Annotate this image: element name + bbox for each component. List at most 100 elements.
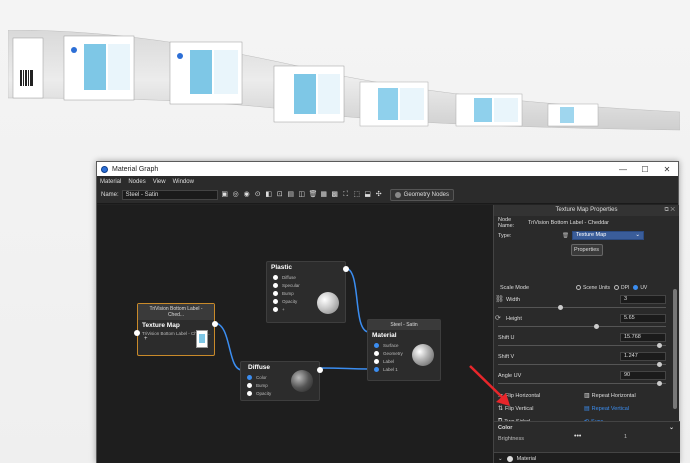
delete-icon[interactable]: 🗑	[309, 191, 318, 199]
maximize-button[interactable]: ☐	[634, 165, 656, 174]
angle-uv-input[interactable]: 90	[620, 371, 666, 380]
material-bar[interactable]: ⌄ Material	[494, 452, 680, 463]
properties-panel: Texture Map Properties ⧉ ✕ Node Name: Tr…	[493, 205, 680, 463]
more-icon[interactable]: •••	[574, 433, 581, 440]
material-name-input[interactable]: Steel - Satin	[121, 190, 218, 200]
label-instance	[455, 93, 523, 127]
title-bar[interactable]: Material Graph — ☐ ✕	[97, 162, 678, 176]
height-row: ⟳ Height 5.65	[494, 313, 670, 332]
app-icon	[101, 165, 108, 173]
properties-button[interactable]: Properties	[570, 244, 603, 256]
chevron-down-icon: ⌄	[635, 232, 640, 238]
layout-icon[interactable]: ◧	[265, 191, 273, 199]
type-select[interactable]: Texture Map ⌄	[571, 231, 644, 240]
node-name-value[interactable]: TriVision Bottom Label - Cheddar	[528, 220, 609, 226]
shift-u-input[interactable]: 15.768	[620, 333, 666, 342]
close-button[interactable]: ✕	[656, 165, 678, 174]
frame-icon[interactable]: ⊡	[276, 191, 284, 199]
flip-horizontal-toggle[interactable]: ⇆ Flip Horizontal	[498, 392, 584, 400]
repeat-vertical-toggle[interactable]: ▤ Repeat Vertical	[584, 405, 670, 413]
width-slider-track[interactable]	[498, 307, 666, 308]
menu-material[interactable]: Material	[100, 179, 121, 185]
brightness-value[interactable]: 1	[624, 434, 627, 440]
plastic-preview-sphere	[317, 292, 339, 314]
plastic-port-diffuse[interactable]: Diffuse	[267, 273, 345, 281]
label-instance	[273, 65, 345, 123]
repeat-horizontal-icon: ▥	[584, 393, 590, 399]
angle-uv-slider-knob[interactable]	[657, 381, 662, 386]
texture-map-node[interactable]: TriVision Bottom Label - Ched... Texture…	[134, 303, 218, 356]
trash-icon[interactable]: 🗑	[562, 233, 569, 239]
menu-view[interactable]: View	[153, 179, 166, 185]
graph-canvas[interactable]: TriVision Bottom Label - Ched... Texture…	[97, 205, 493, 463]
scale-mode-scene-units[interactable]: Scene Units	[576, 285, 610, 291]
shift-v-slider-knob[interactable]	[657, 362, 662, 367]
shift-v-input[interactable]: 1.247	[620, 352, 666, 361]
node-name-row: Node Name: TriVision Bottom Label - Ched…	[494, 216, 679, 229]
angle-uv-row: Angle UV 90	[494, 370, 670, 389]
shift-u-slider-knob[interactable]	[657, 343, 662, 348]
link-icon[interactable]: ⛓	[495, 295, 504, 303]
node-name-label: Node Name:	[498, 216, 515, 229]
zoom-fit-icon[interactable]: ◎	[232, 191, 240, 199]
material-node[interactable]: Steel - Satin Material Surface Geometry …	[367, 319, 441, 381]
panel-title: Texture Map Properties	[555, 207, 618, 213]
flip-horizontal-icon: ⇆	[498, 393, 504, 399]
shift-v-slider-track[interactable]	[498, 364, 666, 365]
viewport-preview[interactable]	[0, 0, 690, 160]
repeat-horizontal-toggle[interactable]: ▥ Repeat Horizontal	[584, 392, 670, 400]
minimize-button[interactable]: —	[612, 165, 634, 174]
grid-icon[interactable]: ▦	[320, 191, 328, 199]
angle-uv-slider-track[interactable]	[498, 383, 666, 384]
height-input[interactable]: 5.65	[620, 314, 666, 323]
split-icon[interactable]: ✣	[375, 191, 383, 199]
diffuse-output-port[interactable]	[317, 367, 323, 373]
plastic-node[interactable]: Plastic Diffuse Specular Bump Opacity +	[266, 261, 349, 323]
pan-icon[interactable]: ⊙	[254, 191, 262, 199]
shift-v-label: Shift V	[498, 354, 515, 360]
menu-bar: Material Nodes View Window	[97, 176, 678, 187]
flip-vertical-toggle[interactable]: ⇅ Flip Vertical	[498, 405, 584, 413]
width-row: ⛓ Width 3	[494, 294, 670, 313]
material-bar-label: Material	[516, 455, 537, 462]
expand-icon[interactable]: ⌄	[498, 456, 503, 462]
flip-horizontal-row: ⇆ Flip Horizontal ▥ Repeat Horizontal	[494, 389, 670, 402]
shift-u-slider-track[interactable]	[498, 345, 666, 346]
texture-thumbnail	[196, 330, 208, 348]
menu-window[interactable]: Window	[173, 179, 194, 185]
label-instance	[169, 41, 243, 105]
texture-map-input-port[interactable]	[134, 330, 140, 336]
diffuse-node[interactable]: Diffuse Color Bump Opacity	[240, 361, 323, 401]
image-icon[interactable]: ▩	[331, 191, 339, 199]
color-section-header[interactable]: Color ⌄	[494, 422, 680, 434]
sync-icon[interactable]: ⟳	[495, 314, 501, 322]
width-input[interactable]: 3	[620, 295, 666, 304]
chevron-down-icon: ⌄	[668, 425, 674, 431]
panel-scrollbar[interactable]	[671, 281, 679, 439]
scale-mode-dpi[interactable]: DPI	[613, 285, 629, 291]
material-port-label-1[interactable]: Label 1	[368, 365, 440, 373]
expand-icon[interactable]: ⬚	[353, 191, 361, 199]
brightness-row: Brightness ••• 1	[494, 433, 680, 443]
type-label: Type:	[498, 232, 512, 239]
height-slider-knob[interactable]	[594, 324, 599, 329]
scale-mode-uv[interactable]: UV	[633, 285, 647, 291]
geometry-nodes-button[interactable]: Geometry Nodes	[389, 189, 455, 201]
panel-undock-icon[interactable]: ⧉ ✕	[664, 205, 675, 216]
texture-map-output-port[interactable]	[212, 321, 218, 327]
width-slider-knob[interactable]	[558, 305, 563, 310]
arrange-icon[interactable]: ▤	[287, 191, 295, 199]
texture-map-node-header: TriVision Bottom Label - Ched...	[138, 304, 214, 320]
target-icon[interactable]: ◉	[243, 191, 251, 199]
collapse-icon[interactable]: ⬓	[364, 191, 372, 199]
panel-scrollbar-thumb[interactable]	[673, 289, 677, 409]
flip-vertical-icon: ⇅	[498, 406, 504, 412]
height-slider-track[interactable]	[498, 326, 666, 327]
window-title: Material Graph	[112, 165, 159, 173]
fit-icon[interactable]: ⛶	[342, 191, 350, 199]
bus-icon[interactable]: ▣	[221, 191, 229, 199]
plastic-port-specular[interactable]: Specular	[267, 281, 345, 289]
plastic-output-port[interactable]	[343, 266, 349, 272]
menu-nodes[interactable]: Nodes	[128, 179, 145, 185]
group-icon[interactable]: ◫	[298, 191, 306, 199]
